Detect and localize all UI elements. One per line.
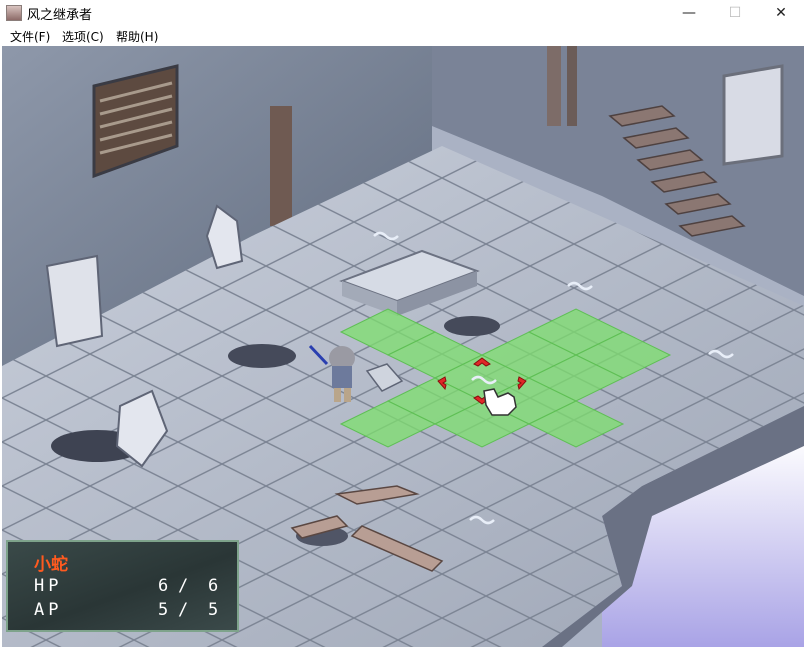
hp-row: HP 6 / 6 bbox=[34, 576, 224, 598]
menu-help[interactable]: 帮助(H) bbox=[116, 28, 158, 45]
close-button[interactable]: ✕ bbox=[758, 0, 804, 26]
app-icon bbox=[6, 5, 22, 21]
hp-max: 6 bbox=[208, 576, 219, 596]
unit-status-panel: 小蛇 HP 6 / 6 AP 5 / 5 bbox=[6, 540, 239, 632]
ap-max: 5 bbox=[208, 600, 219, 620]
ap-current: 5 bbox=[158, 600, 169, 620]
ap-separator: / bbox=[178, 600, 189, 620]
hp-label: HP bbox=[34, 576, 63, 596]
hp-current: 6 bbox=[158, 576, 169, 596]
menu-bar: 文件(F) 选项(C) 帮助(H) bbox=[0, 26, 806, 46]
ap-row: AP 5 / 5 bbox=[34, 600, 224, 622]
maximize-button[interactable]: ☐ bbox=[712, 0, 758, 26]
pipe-column bbox=[270, 106, 292, 226]
unit-name: 小蛇 bbox=[34, 555, 68, 575]
menu-file[interactable]: 文件(F) bbox=[10, 28, 50, 45]
hp-separator: / bbox=[178, 576, 189, 596]
ap-label: AP bbox=[34, 600, 63, 620]
window-title: 风之继承者 bbox=[27, 8, 93, 23]
menu-options[interactable]: 选项(C) bbox=[62, 28, 104, 45]
game-viewport[interactable]: 小蛇 HP 6 / 6 AP 5 / 5 bbox=[2, 46, 804, 647]
title-bar: 风之继承者 — ☐ ✕ bbox=[0, 0, 806, 26]
minimize-button[interactable]: — bbox=[666, 0, 712, 26]
right-window bbox=[722, 64, 784, 166]
